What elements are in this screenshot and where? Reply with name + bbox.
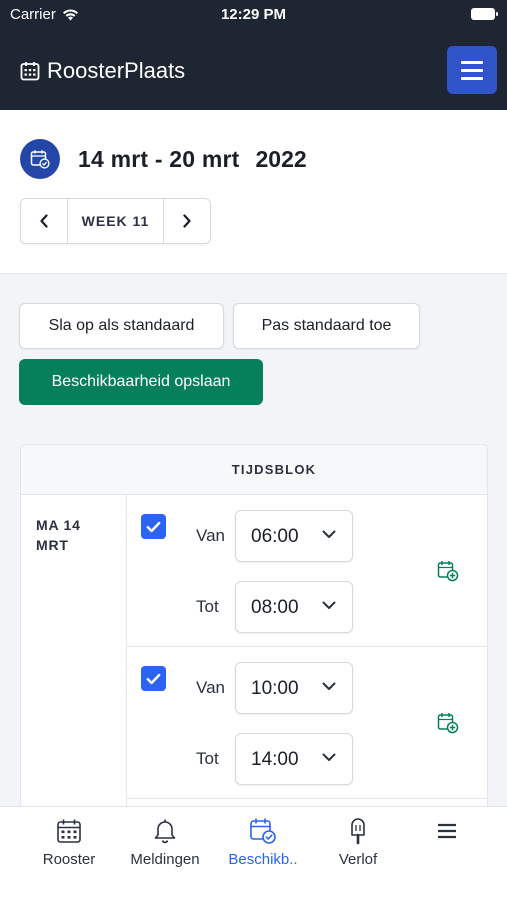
day-label: MA 14 MRT xyxy=(36,517,81,553)
tab-verlof[interactable]: Verlof xyxy=(308,817,408,868)
checkmark-icon xyxy=(146,521,161,532)
chevron-down-icon xyxy=(322,753,336,761)
year: 2022 xyxy=(255,145,307,172)
previous-week-button[interactable] xyxy=(21,199,67,243)
main-menu-button[interactable] xyxy=(447,46,497,94)
to-time-value: 08:00 xyxy=(251,597,299,618)
checkmark-icon xyxy=(146,673,161,684)
calendar-icon xyxy=(57,819,81,843)
tab-label: Meldingen xyxy=(130,851,200,868)
chevron-down-icon xyxy=(322,682,336,690)
bell-icon xyxy=(154,819,176,844)
week-navigator: WEEK 11 xyxy=(20,198,211,244)
tab-rooster[interactable]: Rooster xyxy=(19,817,119,868)
chevron-down-icon xyxy=(322,530,336,538)
to-time-select[interactable]: 08:00 xyxy=(235,581,353,633)
slot-checkbox[interactable] xyxy=(141,666,166,691)
time-slot: Van 06:00 Tot 08:00 xyxy=(127,495,487,647)
week-header-card: 14 mrt - 20 mrt 2022 WEEK 11 xyxy=(0,110,507,274)
status-bar: Carrier 12:29 PM xyxy=(0,0,507,28)
calendar-check-icon xyxy=(250,818,276,844)
calendar-check-badge-icon xyxy=(20,139,60,179)
column-header-timeblock: TIJDSBLOK xyxy=(21,445,487,495)
from-time-value: 06:00 xyxy=(251,526,299,547)
from-time-select[interactable]: 10:00 xyxy=(235,662,353,714)
to-time-select[interactable]: 14:00 xyxy=(235,733,353,785)
week-number: WEEK 11 xyxy=(67,199,164,243)
tab-label: Rooster xyxy=(42,851,96,868)
date-range: 14 mrt - 20 mrt xyxy=(78,145,240,172)
app-header: RoosterPlaats xyxy=(0,28,507,110)
save-availability-button[interactable]: Beschikbaarheid opslaan xyxy=(19,359,263,405)
popsicle-icon xyxy=(351,818,365,845)
calendar-logo-icon xyxy=(20,62,40,81)
apply-default-button[interactable]: Pas standaard toe xyxy=(233,303,420,349)
chevron-down-icon xyxy=(322,601,336,609)
bottom-tab-bar: Rooster Meldingen Beschikb.. Verlof xyxy=(0,806,507,900)
menu-bar xyxy=(461,60,483,64)
availability-table: TIJDSBLOK MA 14 MRT Van 06:00 Tot 08:00 … xyxy=(20,444,488,814)
week-range: 14 mrt - 20 mrt 2022 xyxy=(20,139,307,179)
from-label: Van xyxy=(196,678,225,697)
battery-icon xyxy=(471,8,498,20)
tab-label: Beschikb.. xyxy=(228,851,298,868)
time-slot: Van 10:00 Tot 14:00 xyxy=(127,647,487,799)
tab-meldingen[interactable]: Meldingen xyxy=(115,817,215,868)
from-time-value: 10:00 xyxy=(251,678,299,699)
add-timeslot-icon[interactable] xyxy=(437,712,459,734)
brand-name: RoosterPlaats xyxy=(47,58,186,83)
day-cell: MA 14 MRT xyxy=(21,495,127,813)
next-week-button[interactable] xyxy=(164,199,210,243)
tab-label: Verlof xyxy=(338,851,378,868)
tab-beschikbaarheid[interactable]: Beschikb.. xyxy=(213,817,313,868)
menu-bar xyxy=(461,76,483,80)
brand-logo[interactable]: RoosterPlaats xyxy=(20,58,185,84)
chevron-right-icon xyxy=(183,214,191,228)
clock: 12:29 PM xyxy=(220,6,287,23)
chevron-left-icon xyxy=(40,214,48,228)
to-label: Tot xyxy=(196,749,219,768)
menu-bar xyxy=(461,68,483,72)
add-timeslot-icon[interactable] xyxy=(437,560,459,582)
save-as-default-button[interactable]: Sla op als standaard xyxy=(19,303,224,349)
from-time-select[interactable]: 06:00 xyxy=(235,510,353,562)
slot-checkbox[interactable] xyxy=(141,514,166,539)
tab-more-menu[interactable] xyxy=(397,817,497,851)
to-label: Tot xyxy=(196,597,219,616)
to-time-value: 14:00 xyxy=(251,749,299,770)
hamburger-menu-icon xyxy=(438,823,456,839)
from-label: Van xyxy=(196,526,225,545)
